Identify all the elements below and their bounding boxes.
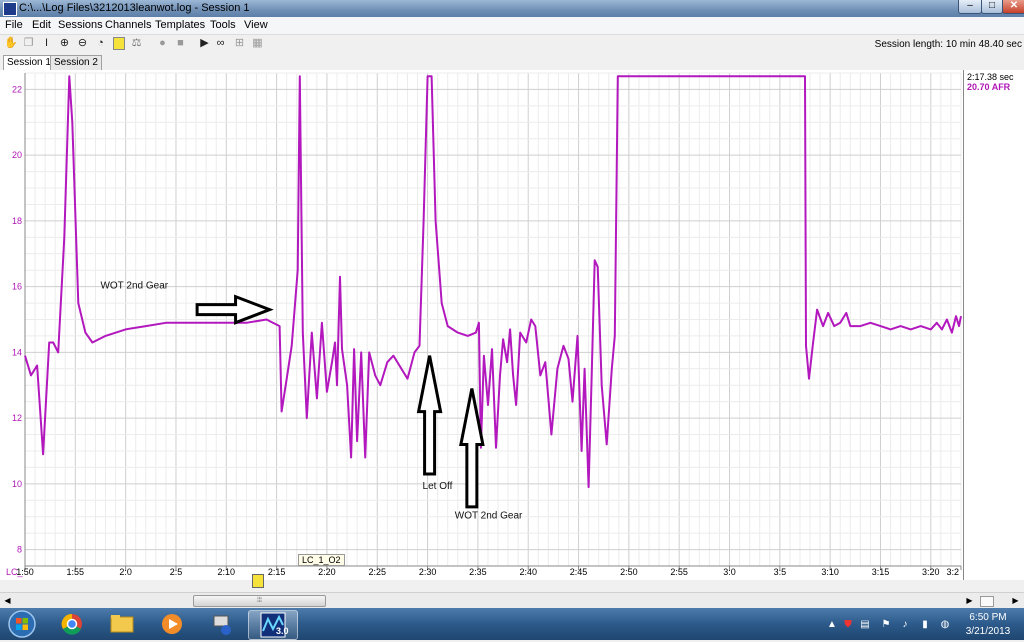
y-tick-label: 18 [12,216,22,226]
menu-view[interactable]: View [244,19,268,31]
chevron-up-icon[interactable]: ▲ [827,620,837,630]
annotations: WOT 2nd Gear Let Off WOT 2nd Gear [100,280,523,521]
menu-edit[interactable]: Edit [32,19,51,31]
tab-session-2[interactable]: Session 2 [50,55,102,70]
x-tick-label: 2:20 [318,567,336,577]
x-tick-label: 2:30 [419,567,437,577]
x-tick-label: 2:40 [519,567,537,577]
x-tick-label: 3:5 [774,567,787,577]
toolbar: ✋ ❐ I ⊕ ⊖ ◔ ⚖ ● ■ ▶ ∞ ⊞ ▦ Session length… [0,35,1024,54]
x-tick-label: 2:25 [368,567,386,577]
scroll-end-arrow-icon[interactable]: ▶ [1008,593,1023,608]
menu-channels[interactable]: Channels [105,19,151,31]
menu-file[interactable]: File [5,19,23,31]
x-tick-label: 2:50 [620,567,638,577]
session-length: Session length: 10 min 48.40 sec [874,39,1022,50]
globe-icon[interactable]: ◍ [940,620,950,630]
flag-icon[interactable]: ⚑ [881,620,891,630]
x-tick-label: 3:0 [723,567,736,577]
clock-date[interactable]: 3/21/2013 [962,626,1014,637]
logworks-version: 3.0 [276,626,289,636]
y-tick-label: 12 [12,413,22,423]
x-tick-label: 2:15 [268,567,286,577]
annotation-arrow [195,294,274,325]
annotation-label: WOT 2nd Gear [100,280,168,291]
scroll-right-arrow-icon[interactable]: ▶ [962,593,977,608]
session-tabs: Session 1 Session 2 [0,54,1024,71]
x-tick-label: 2:45 [570,567,588,577]
cursor-readout-panel: 2:17.38 sec 20.70 AFR [963,70,1024,580]
menu-bar: File Edit Sessions Channels Templates To… [0,17,1024,35]
x-axis: 1:50 1:55 2:0 2:5 2:10 2:15 2:20 2:25 2:30 2:35 2:… [16,565,962,577]
menu-sessions[interactable]: Sessions [58,19,103,31]
binoculars-icon[interactable]: ∞ [214,37,227,50]
y-tick-label: 10 [12,479,22,489]
app-icon [3,2,17,16]
annotation-label: WOT 2nd Gear [455,510,523,521]
title-bar: C:\...\Log Files\3212013leanwot.log - Se… [0,0,1024,17]
zoom-scroll-thumb[interactable] [980,596,994,607]
shield-icon[interactable]: ⛊ [843,620,853,630]
note-marker-icon[interactable] [252,574,264,588]
x-tick-label: 3:20 [922,567,940,577]
speaker-icon[interactable]: ♪ [900,620,910,630]
y-axis: 8 10 12 14 16 18 20 22 [12,73,26,566]
x-tick-label: 2:5 [170,567,183,577]
start-orb-icon[interactable] [2,609,42,639]
ruler-icon[interactable]: ⚖ [130,37,143,50]
cursor-value: 20.70 AFR [967,82,1011,92]
table-icon[interactable]: ▦ [251,37,264,50]
clock-time[interactable]: 6:50 PM [968,612,1008,623]
y-tick-label: 16 [12,282,22,292]
y-tick-label: 8 [17,545,22,555]
taskbar: 3.0 ▲ ⛊ ▤ ⚑ ♪ ▮ ◍ 6:50 PM 3/21/2013 [0,608,1024,640]
logworks-icon[interactable]: 3.0 [248,610,298,640]
cursor-time: 2:17.38 sec [967,72,1014,82]
window-title: C:\...\Log Files\3212013leanwot.log - Se… [19,2,250,14]
tab-session-1[interactable]: Session 1 [3,55,55,71]
x-tick-label: 2:0 [119,567,132,577]
close-button[interactable]: ✕ [1002,0,1024,14]
note-icon[interactable] [113,37,125,50]
channel-row-label: LC_ [6,567,23,577]
horizontal-scrollbar[interactable]: ◀ ⦙⦙⦙ ▶ ▶ [0,592,1024,608]
x-tick-label: 3:2 [946,567,959,577]
zoom-out-icon[interactable]: ⊖ [76,37,89,50]
scroll-left-arrow-icon[interactable]: ◀ [0,593,15,608]
stop-icon[interactable]: ■ [174,37,187,50]
x-tick-label: 2:55 [670,567,688,577]
record-icon[interactable]: ● [156,37,169,50]
play-icon[interactable]: ▶ [198,37,211,50]
annotation-label: Let Off [423,481,453,492]
network-icon[interactable]: ▮ [920,620,930,630]
x-tick-label: 2:10 [218,567,236,577]
y-tick-label: 14 [12,347,22,357]
network-app-icon[interactable] [198,610,246,638]
folder-sync-icon[interactable]: ▤ [860,620,870,630]
menu-templates[interactable]: Templates [155,19,205,31]
file-explorer-icon[interactable] [98,610,146,638]
hand-icon[interactable]: ✋ [4,37,18,50]
x-tick-label: 2:35 [469,567,487,577]
media-player-icon[interactable] [148,610,196,638]
x-tick-label: 3:10 [821,567,839,577]
x-tick-label: 1:55 [67,567,85,577]
y-tick-label: 20 [12,150,22,160]
cursor-i-icon[interactable]: I [40,37,53,50]
afr-chart[interactable]: 810121416182022 1:50 1:55 2:0 2:5 2:10 2:15 2:… [0,70,963,580]
chart-area[interactable]: 8 10 12 14 16 18 20 22 1:50 1:55 2:0 2:5 2:10 2:15 2:… [0,70,963,588]
copy-icon[interactable]: ❐ [22,37,35,50]
clock-icon[interactable]: ◔ [94,37,107,50]
marker-label: LC_1_O2 [298,554,345,566]
zoom-in-icon[interactable]: ⊕ [58,37,71,50]
y-tick-label: 22 [12,84,22,94]
maximize-button[interactable]: □ [981,0,1003,14]
menu-tools[interactable]: Tools [210,19,236,31]
scroll-thumb[interactable]: ⦙⦙⦙ [193,595,326,607]
x-tick-label: 3:15 [872,567,890,577]
chrome-icon[interactable] [48,610,96,638]
grid-icon[interactable]: ⊞ [233,37,246,50]
minimize-button[interactable]: ‒ [958,0,982,14]
